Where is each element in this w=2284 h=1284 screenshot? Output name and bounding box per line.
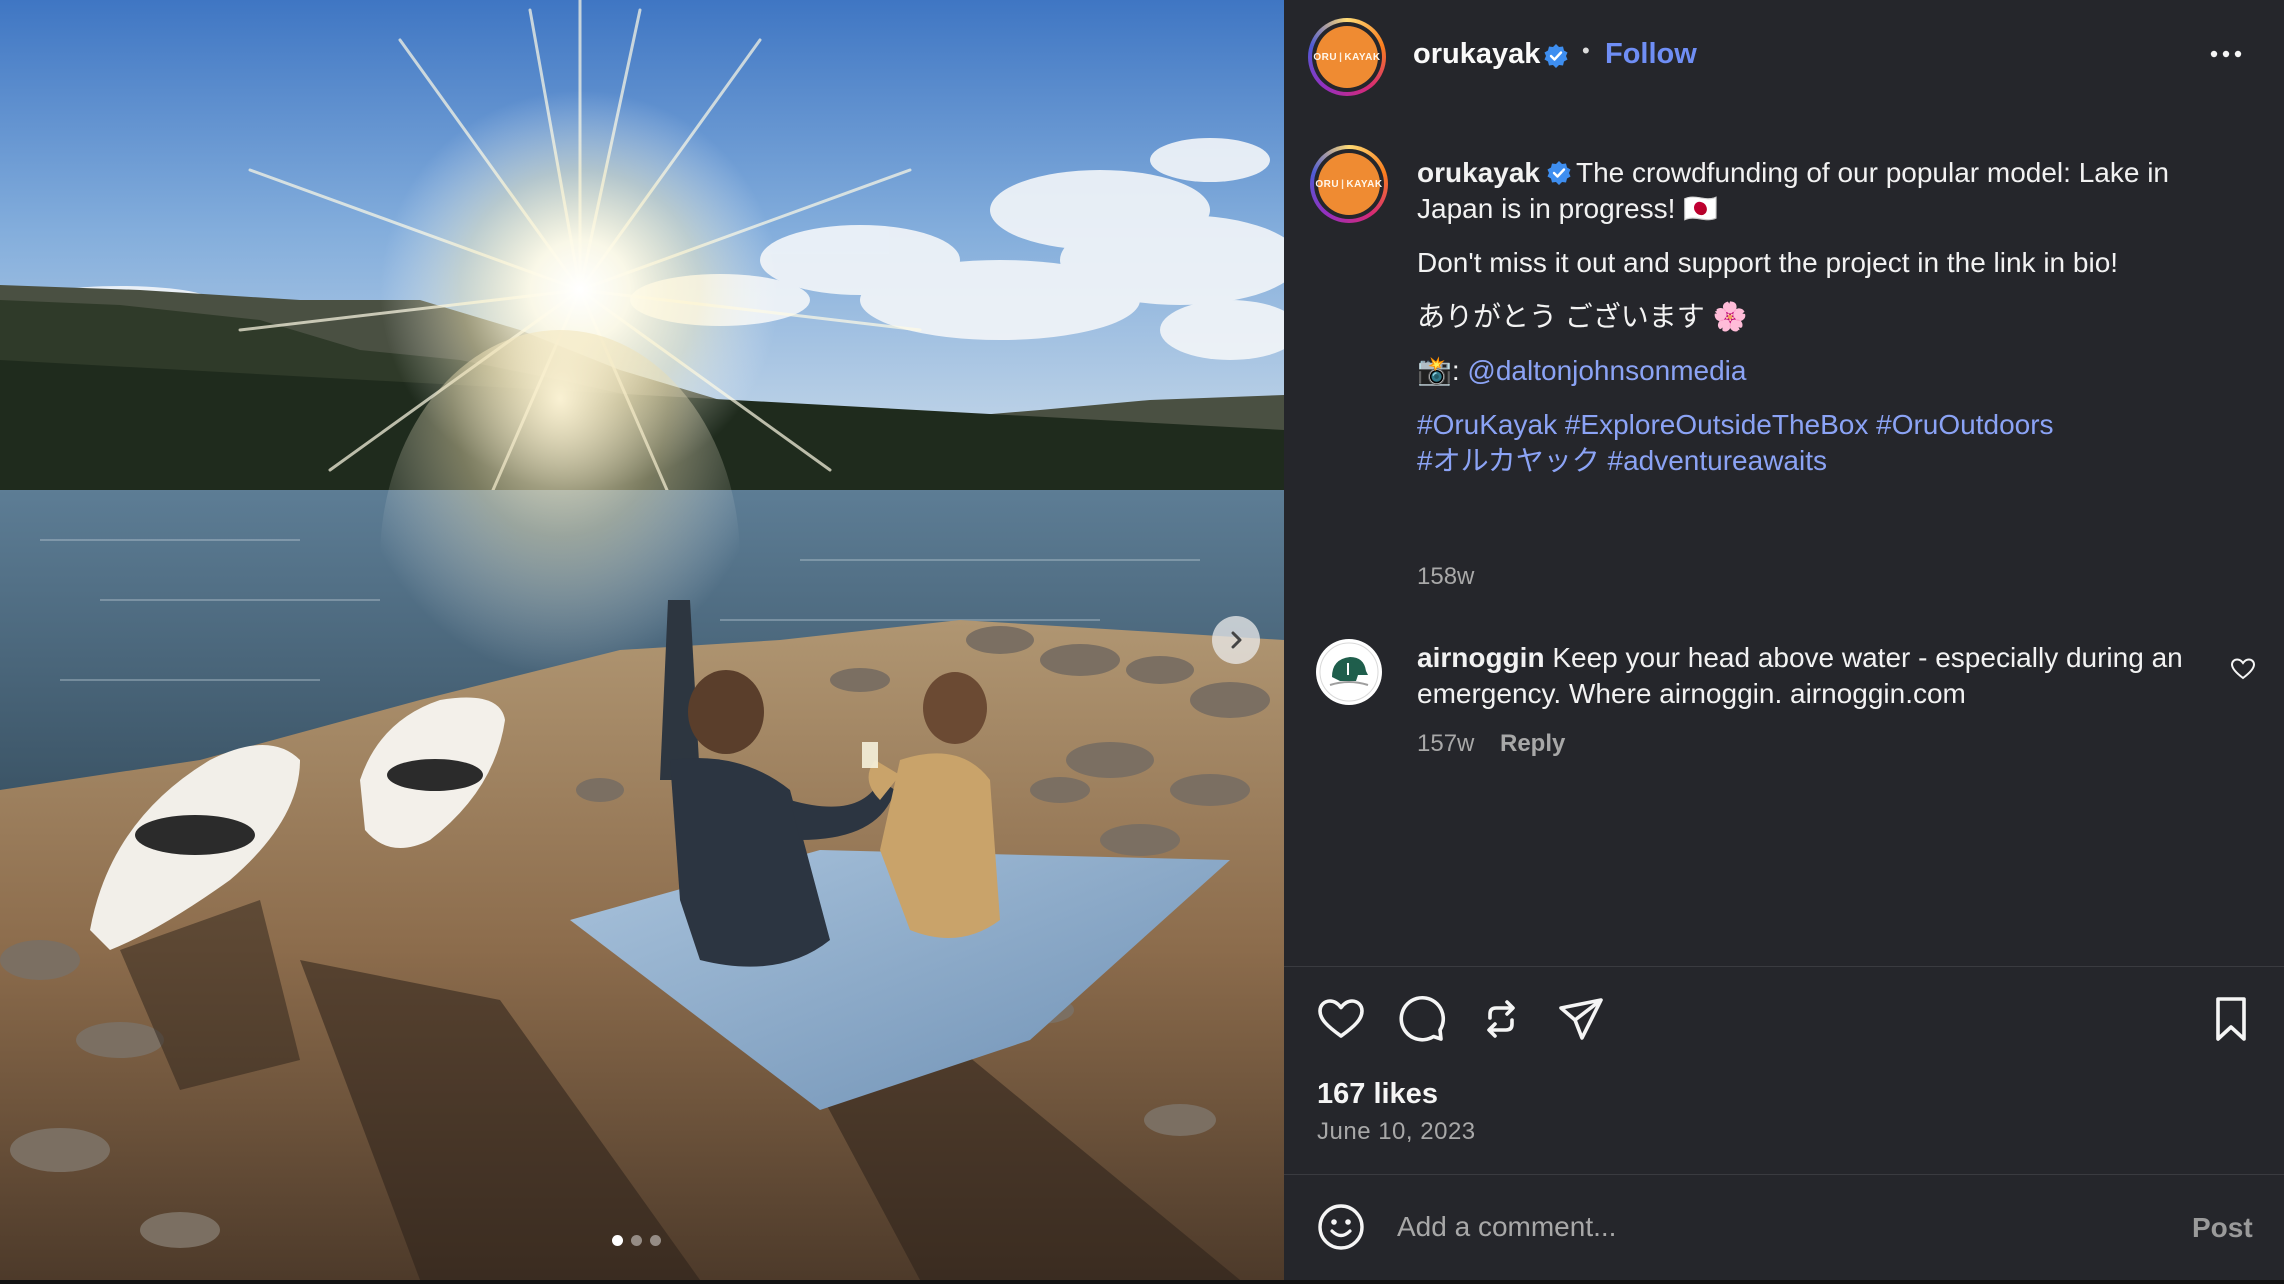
hashtags-line1[interactable]: #OruKayak #ExploreOutsideTheBox #OruOutd… — [1417, 409, 2054, 440]
comment-item: airnoggin Keep your head above water - e… — [1417, 640, 2197, 712]
carousel-dot — [612, 1235, 623, 1246]
divider — [1284, 1174, 2284, 1175]
verified-badge-icon — [1544, 44, 1568, 68]
caption-author-avatar[interactable]: ORU | KAYAK — [1310, 145, 1388, 223]
window-bottom-edge — [0, 1280, 2284, 1284]
oru-kayak-logo: ORU | KAYAK — [1315, 153, 1382, 215]
post-photo[interactable] — [0, 0, 1284, 1280]
add-comment-input[interactable] — [1397, 1204, 2157, 1250]
caption-timestamp[interactable]: 158w — [1417, 563, 1474, 591]
lake-scene-image — [0, 0, 1284, 1280]
carousel-dot — [650, 1235, 661, 1246]
post-viewer: ORU | KAYAK orukayak • Follow ORU | KAYAK or… — [0, 0, 2284, 1284]
post-comment-button[interactable]: Post — [2192, 1212, 2253, 1244]
smiley-icon[interactable] — [1316, 1202, 1366, 1252]
hashtags-line2[interactable]: #オルカヤック #adventureawaits — [1417, 445, 1827, 476]
carousel-indicator — [612, 1235, 661, 1246]
camera-credit-prefix: 📸: — [1417, 355, 1468, 386]
reply-button[interactable]: Reply — [1500, 730, 1565, 758]
more-horizontal-icon[interactable] — [2208, 42, 2244, 66]
bookmark-icon[interactable] — [2206, 994, 2256, 1044]
next-photo-button[interactable] — [1212, 616, 1260, 664]
mention-link[interactable]: @daltonjohnsonmedia — [1467, 355, 1746, 386]
heart-icon[interactable] — [1316, 994, 1366, 1044]
oru-kayak-logo: ORU | KAYAK — [1313, 26, 1380, 88]
post-date[interactable]: June 10, 2023 — [1317, 1118, 1476, 1146]
commenter-username[interactable]: airnoggin — [1417, 642, 1545, 673]
carousel-dot — [631, 1235, 642, 1246]
comment-bubble-icon[interactable] — [1396, 994, 1446, 1044]
divider — [1284, 966, 2284, 967]
like-count[interactable]: 167 likes — [1317, 1078, 1438, 1111]
repost-icon[interactable] — [1476, 994, 1526, 1044]
caption-username[interactable]: orukayak — [1417, 157, 1540, 188]
comment-heart-icon[interactable] — [2230, 656, 2256, 682]
author-username[interactable]: orukayak — [1413, 38, 1540, 71]
post-caption: orukayak The crowdfunding of our popular … — [1417, 155, 2217, 479]
caption-text-line3: ありがとう ございます 🌸 — [1417, 301, 1748, 332]
comment-timestamp[interactable]: 157w — [1417, 730, 1474, 758]
commenter-avatar[interactable] — [1316, 639, 1382, 705]
chevron-right-icon — [1231, 631, 1242, 649]
author-avatar[interactable]: ORU | KAYAK — [1308, 18, 1386, 96]
send-icon[interactable] — [1556, 994, 1606, 1044]
caption-text-line2: Don't miss it out and support the projec… — [1417, 247, 2119, 278]
airnoggin-logo — [1319, 642, 1379, 702]
verified-badge-icon — [1547, 161, 1571, 185]
follow-button[interactable]: Follow — [1605, 38, 1697, 71]
header-separator: • — [1582, 38, 1590, 63]
